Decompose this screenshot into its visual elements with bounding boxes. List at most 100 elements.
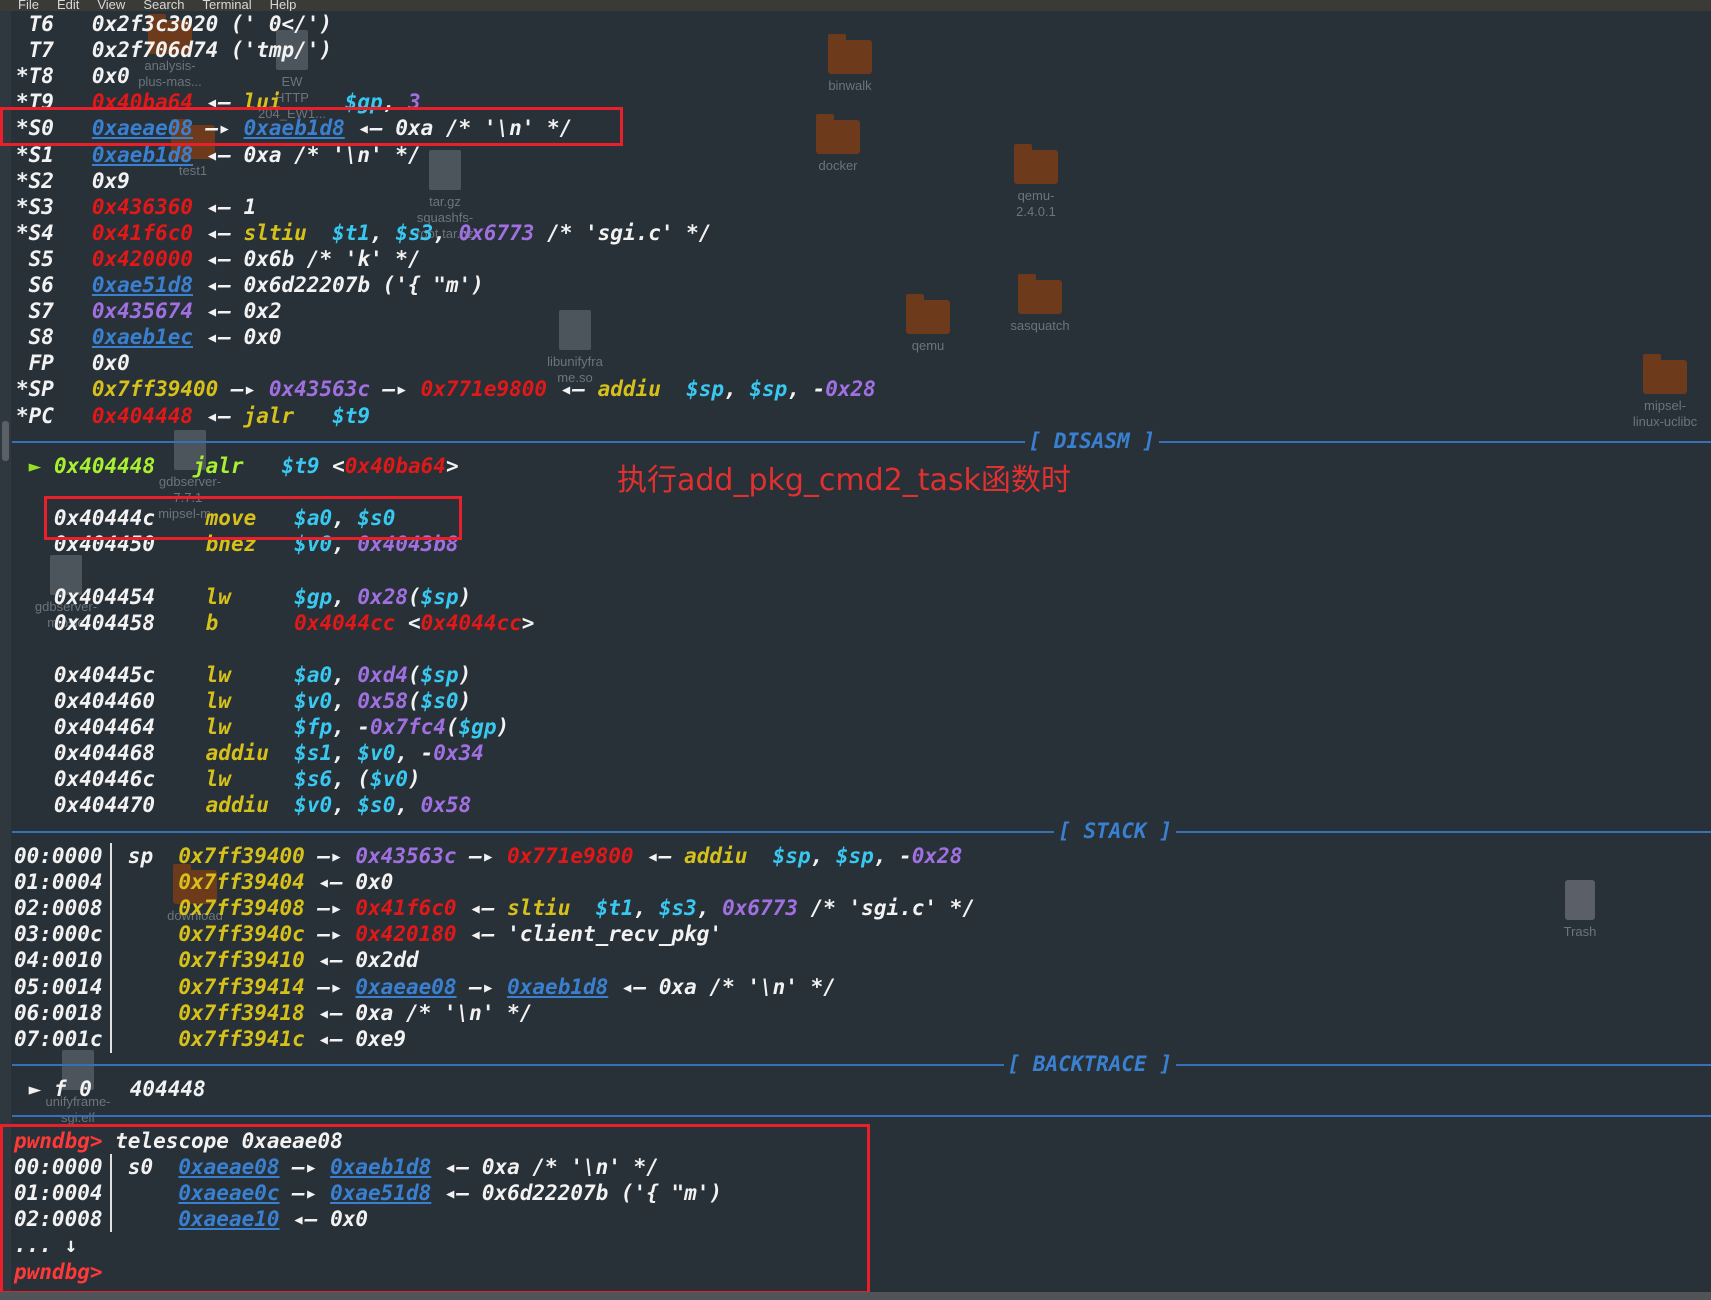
text-segment: $sp [749, 377, 788, 402]
text-segment [155, 454, 193, 478]
text-segment: 0x58 [357, 688, 408, 713]
register-line: *PC 0x404448 ◂— jalr $t9 [16, 403, 370, 429]
text-segment: lw [205, 688, 295, 713]
text-segment: 0x28 [825, 377, 876, 402]
text-segment: S6 [16, 273, 92, 297]
desktop-item-4[interactable]: qemu- 2.4.0.1 [986, 144, 1086, 220]
text-segment: 0x40445c [16, 662, 206, 687]
menu-search[interactable]: Search [143, 0, 184, 11]
text-segment: —▸ [456, 844, 508, 868]
text-segment [103, 948, 179, 972]
disasm-line: 0x404460 lw $v0, 0x58($s0) [16, 688, 471, 714]
text-segment: ) [458, 688, 472, 713]
text-segment: —▸ [456, 974, 508, 999]
text-segment: $v0 [370, 767, 408, 792]
text-segment: —▸ [304, 896, 356, 921]
desktop-item-label: sasquatch [1010, 318, 1070, 333]
text-segment: $sp [420, 584, 459, 609]
text-segment: 07:001c [14, 1026, 103, 1051]
scrollbar[interactable] [0, 11, 11, 1300]
text-segment[interactable]: 0xaeae08 [355, 975, 456, 999]
text-segment: 0x404468 [16, 741, 206, 766]
register-line: *S4 0x41f6c0 ◂— sltiu $t1, $s3, 0x6773 /… [16, 220, 711, 246]
text-segment: 0x7fc4 [370, 715, 446, 739]
text-segment: 0x420000 [91, 246, 194, 271]
register-line: T7 0x2f706d74 ('tmp/') [16, 37, 332, 63]
text-segment: 0x40ba64 [344, 454, 446, 478]
text-segment: jalr [243, 403, 333, 428]
text-segment [103, 1001, 179, 1025]
desktop-item-10[interactable]: mipsel- linux-uclibc [1615, 354, 1711, 430]
menu-terminal[interactable]: Terminal [203, 0, 252, 11]
text-segment: , [395, 793, 421, 818]
text-segment [103, 922, 179, 946]
text-segment [103, 896, 179, 920]
menu-file[interactable]: File [18, 0, 39, 11]
menu-help[interactable]: Help [270, 0, 297, 11]
desktop-item-8[interactable]: sasquatch [990, 274, 1090, 334]
desktop-item-9[interactable]: libunifyfra me.so [525, 310, 625, 386]
text-segment: , [810, 844, 836, 868]
text-segment: sp [102, 844, 179, 868]
text-segment: ) [407, 767, 421, 792]
folder-icon [1014, 144, 1058, 184]
menu-view[interactable]: View [97, 0, 125, 11]
text-segment[interactable]: 0xaeb1d8 [92, 143, 193, 167]
text-segment: , [724, 377, 750, 402]
text-segment: $v0 [294, 688, 333, 713]
text-segment: —▸ [370, 377, 421, 402]
text-segment: 05:0014 [14, 974, 103, 999]
text-segment: $t9 [281, 454, 320, 478]
desktop-item-7[interactable]: qemu [878, 294, 978, 354]
folder-icon [1018, 274, 1062, 314]
desktop-item-label: qemu [911, 338, 945, 353]
register-line: S8 0xaeb1ec ◂— 0x0 [16, 324, 282, 350]
text-segment: ◂— [456, 896, 508, 921]
register-line: *T8 0x0 [16, 63, 130, 89]
terminal-menubar: File Edit View Search Terminal Help [0, 0, 1711, 11]
desktop-item-14[interactable]: Trash [1530, 880, 1630, 940]
text-segment[interactable]: 0xaeb1ec [92, 325, 193, 349]
disasm-line: 0x404458 b 0x4044cc <0x4044cc> [16, 610, 535, 636]
text-segment: ◂— 0x2 [193, 299, 282, 324]
text-segment: 0xd4 [357, 662, 408, 687]
scrollbar-thumb[interactable] [2, 421, 9, 461]
text-segment: ◂— 0xa /* '\n' */ [304, 1000, 533, 1025]
register-line: S5 0x420000 ◂— 0x6b /* 'k' */ [16, 246, 421, 272]
text-segment: , [332, 662, 358, 687]
window-bottom-edge [0, 1292, 1711, 1300]
text-segment: 0x7ff3941c [178, 1026, 305, 1051]
text-segment: 0x41f6c0 [91, 220, 194, 245]
text-segment[interactable]: 0xaeb1d8 [507, 975, 608, 999]
text-segment: ) [458, 662, 472, 687]
folder-icon [1643, 354, 1687, 394]
text-segment: 0x404470 [16, 793, 206, 818]
text-segment: jalr [193, 454, 282, 478]
text-segment: ◂— [547, 377, 598, 402]
text-segment[interactable]: 0xae51d8 [92, 273, 193, 297]
backtrace-header: [ BACKTRACE ] [1003, 1051, 1176, 1077]
text-segment: $s1 [294, 741, 333, 766]
text-segment: sltiu [243, 220, 333, 245]
text-segment: , [633, 896, 659, 921]
text-segment: S8 [16, 325, 92, 350]
text-segment: 0x404448 [91, 403, 194, 428]
text-segment: $gp [294, 584, 333, 609]
text-segment: lw [205, 584, 295, 609]
text-segment: ◂— 0x6d22207b ('{ "m') [193, 273, 484, 297]
disasm-line: 0x404464 lw $fp, -0x7fc4($gp) [16, 714, 509, 740]
text-segment: 0x7ff39410 [178, 948, 305, 973]
desktop-item-2[interactable]: binwalk [800, 34, 900, 94]
text-segment: 0x7ff39404 [178, 870, 305, 895]
menu-edit[interactable]: Edit [57, 0, 79, 11]
text-segment: $sp [686, 377, 725, 402]
text-segment: 0x771e9800 [507, 844, 634, 868]
annotation-note: 执行add_pkg_cmd2_task函数时 [617, 463, 1071, 498]
text-segment: addiu [205, 741, 295, 766]
text-segment: $sp [772, 844, 811, 868]
desktop-item-3[interactable]: docker [788, 114, 888, 174]
text-segment: ◂— [633, 844, 685, 868]
disasm-line: 0x404454 lw $gp, 0x28($sp) [16, 584, 471, 610]
register-line: FP 0x0 [16, 350, 130, 376]
text-segment: addiu [684, 844, 773, 868]
